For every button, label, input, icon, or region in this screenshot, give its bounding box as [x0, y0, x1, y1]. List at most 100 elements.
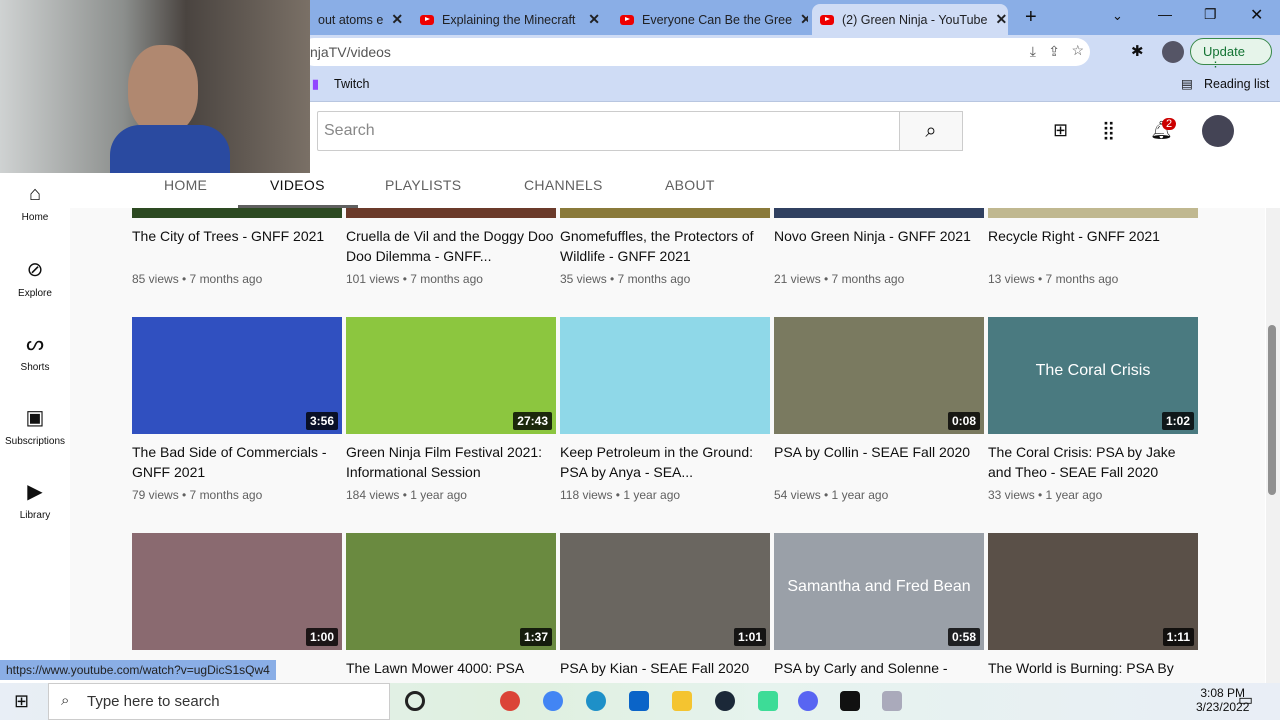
video-title[interactable]: PSA by Collin - SEAE Fall 2020	[774, 442, 984, 482]
tab-playlists[interactable]: PLAYLISTS	[385, 177, 461, 193]
scrollbar-thumb[interactable]	[1268, 325, 1276, 495]
video-card[interactable]: Novo Green Ninja - GNFF 2021 21 views • 7…	[774, 208, 984, 286]
tab-channels[interactable]: CHANNELS	[524, 177, 603, 193]
address-bar[interactable]: njaTV/videos ⤓ ⇪ ☆	[300, 38, 1090, 66]
sidebar-item-shorts[interactable]: ᔕ Shorts	[0, 331, 70, 373]
video-thumbnail[interactable]	[346, 208, 556, 218]
video-card[interactable]: The Coral Crisis 1:02 The Coral Crisis: PS…	[988, 317, 1198, 502]
discord-icon[interactable]	[798, 691, 818, 711]
tab-home[interactable]: HOME	[164, 177, 207, 193]
extensions-icon[interactable]: ✱	[1131, 42, 1144, 60]
reading-list-button[interactable]: Reading list	[1204, 77, 1269, 91]
video-card[interactable]: The City of Trees - GNFF 2021 85 views • …	[132, 208, 342, 286]
notifications-icon[interactable]: ▭	[1238, 690, 1253, 710]
video-title[interactable]: PSA by Carly and Solenne -	[774, 658, 984, 683]
reading-list-icon: ▤	[1181, 77, 1193, 91]
sidebar-item-explore[interactable]: ⊘ Explore	[0, 257, 70, 299]
video-thumbnail[interactable]: Samantha and Fred Bean 0:58	[774, 533, 984, 650]
tab-search-icon[interactable]: ⌄	[1112, 8, 1123, 24]
video-thumbnail[interactable]	[774, 208, 984, 218]
minimize-icon[interactable]: —	[1158, 6, 1172, 22]
video-thumbnail[interactable]	[132, 208, 342, 218]
taskbar-search-input[interactable]: ⌕ Type here to search	[48, 683, 390, 720]
video-card[interactable]: 0:08 PSA by Collin - SEAE Fall 2020 54 vie…	[774, 317, 984, 502]
video-title[interactable]: The World is Burning: PSA By	[988, 658, 1198, 683]
close-tab-icon[interactable]: ✕	[588, 11, 600, 28]
restore-icon[interactable]: ❐	[1204, 6, 1217, 23]
video-title[interactable]: Cruella de Vil and the Doggy Doo Doo Dil…	[346, 226, 556, 266]
video-thumbnail[interactable]	[560, 317, 770, 434]
video-thumbnail[interactable]	[560, 208, 770, 218]
video-title[interactable]: Novo Green Ninja - GNFF 2021	[774, 226, 984, 266]
browser-tab-active[interactable]: (2) Green Ninja - YouTube ✕	[812, 4, 1008, 35]
bookmark-twitch[interactable]: Twitch	[334, 77, 369, 91]
video-title[interactable]: The Coral Crisis: PSA by Jake and Theo -…	[988, 442, 1198, 482]
video-title[interactable]: The Bad Side of Commercials - GNFF 2021	[132, 442, 342, 482]
video-thumbnail[interactable]: 1:01	[560, 533, 770, 650]
video-card[interactable]: 3:56 The Bad Side of Commercials - GNFF 2…	[132, 317, 342, 502]
edge-icon[interactable]	[586, 691, 606, 711]
video-card[interactable]: 27:43 Green Ninja Film Festival 2021: Inf…	[346, 317, 556, 502]
video-thumbnail[interactable]: 1:00	[132, 533, 342, 650]
bookmark-star-icon[interactable]: ☆	[1071, 42, 1084, 59]
video-title[interactable]: The City of Trees - GNFF 2021	[132, 226, 342, 266]
profile-avatar[interactable]	[1162, 41, 1184, 63]
video-title[interactable]: PSA by Kian - SEAE Fall 2020	[560, 658, 770, 683]
browser-tab[interactable]: out atoms e ✕	[310, 4, 410, 35]
sidebar-item-subscriptions[interactable]: ▣ Subscriptions	[0, 405, 70, 447]
create-video-icon[interactable]: ⊞	[1053, 120, 1068, 141]
video-title[interactable]: Green Ninja Film Festival 2021: Informat…	[346, 442, 556, 482]
video-thumbnail[interactable]: The Coral Crisis 1:02	[988, 317, 1198, 434]
chrome-icon[interactable]	[500, 691, 520, 711]
video-card[interactable]: 1:37 The Lawn Mower 4000: PSA	[346, 533, 556, 683]
browser-tab[interactable]: Everyone Can Be the Gree ✕	[612, 4, 808, 35]
sidebar-item-home[interactable]: ⌂ Home	[0, 183, 70, 223]
video-card[interactable]: Samantha and Fred Bean 0:58 PSA by Carly a…	[774, 533, 984, 683]
cortana-icon[interactable]	[405, 691, 425, 711]
shorts-icon: ᔕ	[26, 333, 44, 355]
account-avatar[interactable]	[1202, 115, 1234, 147]
apps-grid-icon[interactable]: ⣿	[1102, 120, 1115, 141]
close-window-icon[interactable]: ✕	[1250, 5, 1263, 25]
steam-icon[interactable]	[715, 691, 735, 711]
share-icon[interactable]: ⇪	[1048, 43, 1060, 60]
new-tab-icon[interactable]: +	[1025, 6, 1037, 29]
video-title[interactable]: Gnomefuffles, the Protectors of Wildlife…	[560, 226, 770, 266]
app-icon[interactable]	[758, 691, 778, 711]
close-tab-icon[interactable]: ✕	[800, 11, 808, 28]
file-explorer-icon[interactable]	[672, 691, 692, 711]
install-icon[interactable]: ⤓	[1030, 43, 1036, 60]
sidebar-item-library[interactable]: ▶ Library	[0, 479, 70, 521]
chrome-profile-icon[interactable]	[543, 691, 563, 711]
tab-title: Explaining the Minecraft	[442, 12, 576, 27]
video-title[interactable]: Recycle Right - GNFF 2021	[988, 226, 1198, 266]
video-meta: 118 views • 1 year ago	[560, 488, 681, 502]
search-input[interactable]: Search	[317, 111, 900, 151]
video-card[interactable]: 1:01 PSA by Kian - SEAE Fall 2020	[560, 533, 770, 683]
video-thumbnail[interactable]: 1:11	[988, 533, 1198, 650]
video-title[interactable]: Keep Petroleum in the Ground: PSA by Any…	[560, 442, 770, 482]
video-thumbnail[interactable]: 3:56	[132, 317, 342, 434]
search-button[interactable]: ⌕	[899, 111, 963, 151]
close-tab-icon[interactable]: ✕	[995, 11, 1007, 28]
outlook-icon[interactable]	[629, 691, 649, 711]
tab-videos[interactable]: VIDEOS	[270, 177, 325, 193]
video-thumbnail[interactable]: 0:08	[774, 317, 984, 434]
tab-title: (2) Green Ninja - YouTube	[842, 12, 988, 27]
video-card[interactable]: 1:11 The World is Burning: PSA By	[988, 533, 1198, 683]
video-card[interactable]: Cruella de Vil and the Doggy Doo Doo Dil…	[346, 208, 556, 286]
vegas-icon[interactable]	[840, 691, 860, 711]
browser-tab[interactable]: Explaining the Minecraft ✕	[412, 4, 608, 35]
video-card[interactable]: Gnomefuffles, the Protectors of Wildlife…	[560, 208, 770, 286]
close-tab-icon[interactable]: ✕	[391, 11, 403, 28]
video-thumbnail[interactable]: 27:43	[346, 317, 556, 434]
video-thumbnail[interactable]: 1:37	[346, 533, 556, 650]
tab-about[interactable]: ABOUT	[665, 177, 715, 193]
video-card[interactable]: Keep Petroleum in the Ground: PSA by Any…	[560, 317, 770, 502]
windows-start-icon[interactable]: ⊞	[14, 691, 29, 712]
update-button[interactable]: Update ⋮	[1190, 38, 1272, 74]
paint-icon[interactable]	[882, 691, 902, 711]
video-card[interactable]: Recycle Right - GNFF 2021 13 views • 7 mo…	[988, 208, 1198, 286]
video-title[interactable]: The Lawn Mower 4000: PSA	[346, 658, 556, 683]
video-thumbnail[interactable]	[988, 208, 1198, 218]
